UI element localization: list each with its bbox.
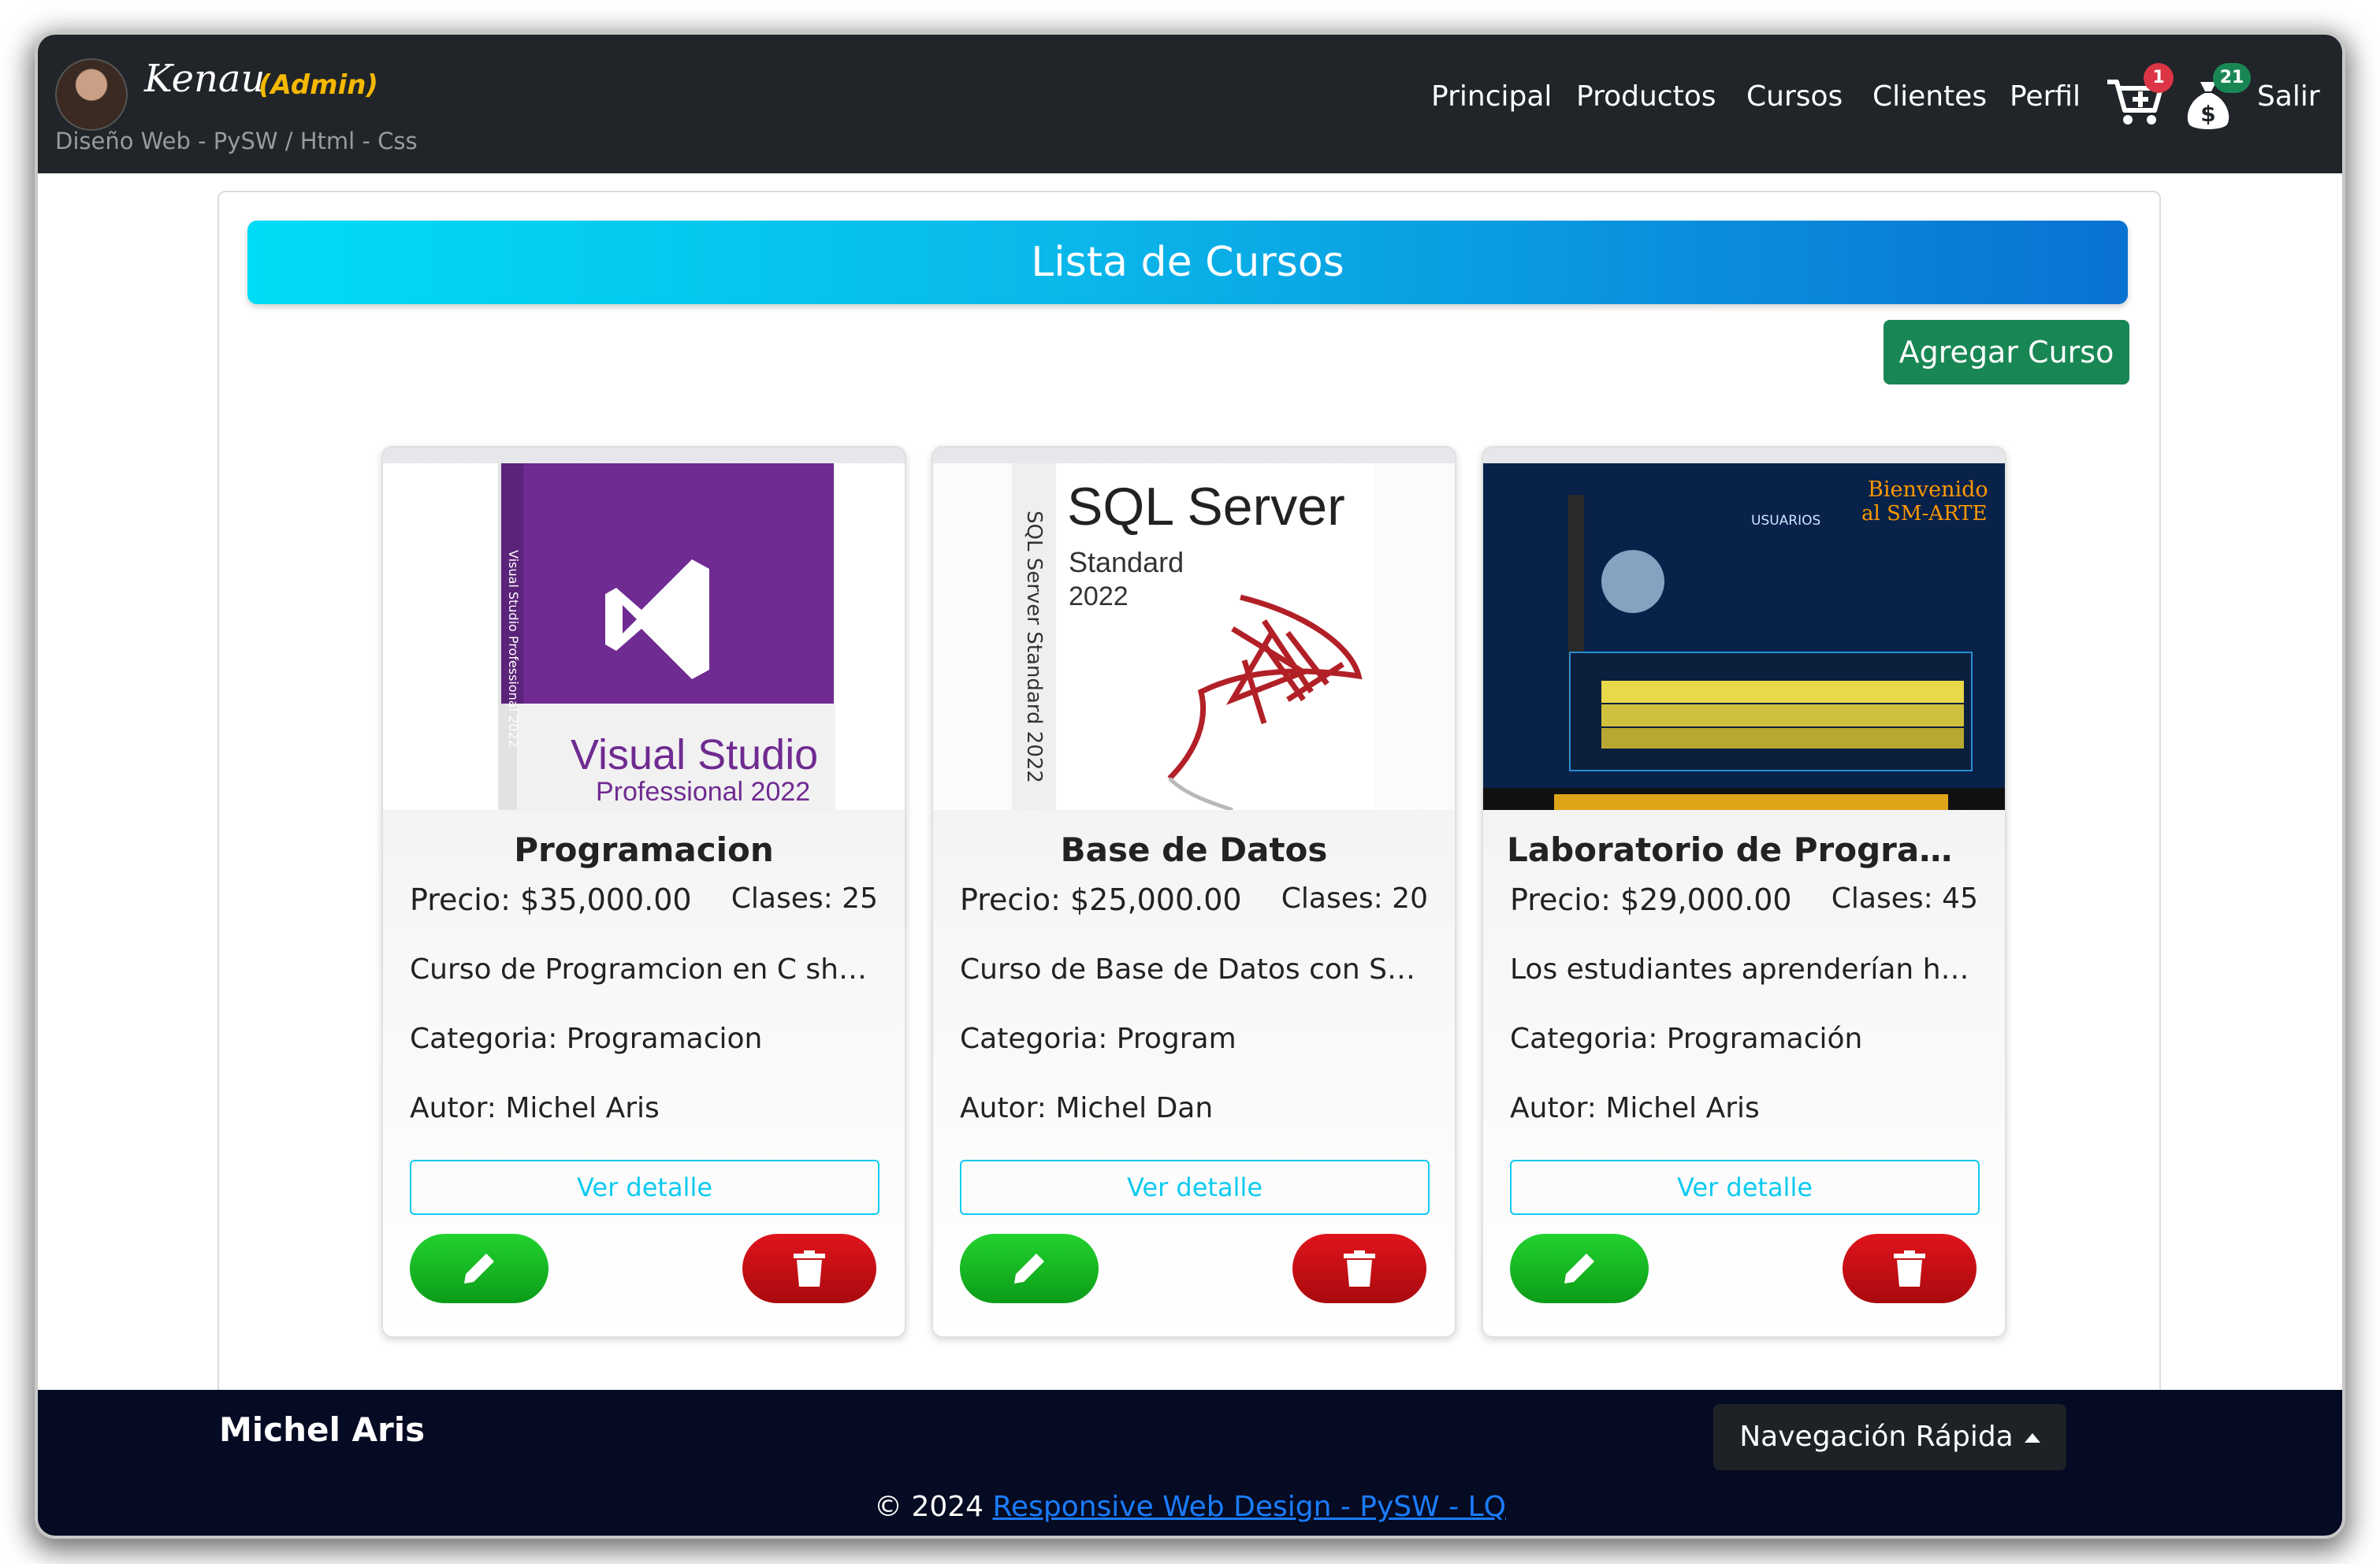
cart-count-badge: 1	[2144, 63, 2174, 93]
course-image: Visual Studio Professional 2022 Visual S…	[383, 463, 905, 810]
course-card: SQL Server Standard 2022 SQL Server Stan…	[932, 446, 1456, 1338]
pencil-icon	[1014, 1254, 1044, 1284]
course-card: Visual Studio Professional 2022 Visual S…	[381, 446, 906, 1338]
image-panel-text: USUARIOS	[1751, 513, 1820, 529]
delete-button[interactable]	[1843, 1234, 1977, 1303]
course-price: Precio: $25,000.00	[960, 882, 1242, 917]
course-image: SQL Server Standard 2022 SQL Server Stan…	[933, 463, 1455, 810]
course-card: Bienvenido al SM-ARTE USUARIOS Laborator…	[1482, 446, 2006, 1338]
course-image: Bienvenido al SM-ARTE USUARIOS	[1483, 463, 2005, 810]
nav-link-clientes[interactable]: Clientes	[1872, 80, 1987, 113]
avatar	[55, 58, 128, 131]
trash-icon	[1894, 1250, 1925, 1287]
course-category: Categoria: Programación	[1510, 1023, 1863, 1055]
page-title: Lista de Cursos	[247, 221, 2128, 304]
pencil-icon	[464, 1254, 494, 1284]
nav-link-productos[interactable]: Productos	[1576, 80, 1716, 113]
trash-icon	[1344, 1250, 1375, 1287]
course-title: Programacion	[514, 830, 774, 869]
image-subtitle-text: Standard	[1069, 546, 1184, 578]
pencil-icon	[1564, 1254, 1594, 1284]
top-navbar: Kenau (Admin) Diseño Web - PySW / Html -…	[38, 35, 2342, 173]
footer-author: Michel Aris	[219, 1410, 426, 1449]
spine-text: Visual Studio Professional 2022	[506, 550, 521, 748]
image-title-text: Bienvenido	[1868, 477, 1988, 502]
spine-text: SQL Server Standard 2022	[1022, 511, 1046, 783]
course-price: Precio: $29,000.00	[1510, 882, 1792, 917]
brand-name[interactable]: Kenau	[144, 57, 265, 101]
course-category: Categoria: Programacion	[410, 1023, 763, 1055]
edit-button[interactable]	[960, 1234, 1099, 1303]
course-author: Autor: Michel Aris	[410, 1092, 660, 1124]
delete-button[interactable]	[1292, 1234, 1426, 1303]
brand-role: (Admin)	[258, 69, 378, 101]
view-detail-button[interactable]: Ver detalle	[1510, 1160, 1980, 1215]
nav-link-cursos[interactable]: Cursos	[1746, 80, 1843, 113]
course-title: Laboratorio de Programa…	[1507, 830, 1981, 869]
add-course-button[interactable]: Agregar Curso	[1884, 320, 2129, 384]
view-detail-button[interactable]: Ver detalle	[960, 1160, 1430, 1215]
brand-subtitle: Diseño Web - PySW / Html - Css	[55, 128, 418, 154]
logout-link[interactable]: Salir	[2257, 80, 2320, 113]
delete-button[interactable]	[742, 1234, 876, 1303]
copyright-link[interactable]: Responsive Web Design - PySW - LQ	[993, 1491, 1506, 1523]
browser-window: Kenau (Admin) Diseño Web - PySW / Html -…	[38, 35, 2342, 1536]
view-detail-button[interactable]: Ver detalle	[410, 1160, 879, 1215]
quick-navigation-label: Navegación Rápida	[1739, 1421, 2014, 1453]
course-category: Categoria: Program	[960, 1023, 1236, 1055]
course-author: Autor: Michel Aris	[1510, 1092, 1760, 1124]
trash-icon	[794, 1250, 825, 1287]
image-title-text: SQL Server	[1067, 477, 1345, 537]
course-classes: Clases: 25	[731, 882, 878, 915]
course-title: Base de Datos	[1060, 830, 1328, 869]
course-classes: Clases: 20	[1281, 882, 1428, 915]
caret-up-icon	[2024, 1433, 2040, 1443]
quick-navigation-dropdown[interactable]: Navegación Rápida	[1713, 1404, 2066, 1470]
footer: Michel Aris Navegación Rápida © 2024 Res…	[38, 1390, 2342, 1536]
image-year-text: 2022	[1069, 581, 1129, 611]
course-classes: Clases: 45	[1831, 882, 1978, 915]
copyright: © 2024 Responsive Web Design - PySW - LQ	[38, 1491, 2342, 1523]
money-count-badge: 21	[2213, 63, 2251, 93]
course-author: Autor: Michel Dan	[960, 1092, 1214, 1124]
nav-link-perfil[interactable]: Perfil	[2010, 80, 2081, 113]
course-description: Curso de Programcion en C sha…	[410, 953, 879, 986]
copyright-prefix: © 2024	[874, 1491, 984, 1523]
image-title-text: Visual Studio	[571, 731, 818, 778]
course-price: Precio: $35,000.00	[410, 882, 692, 917]
nav-link-principal[interactable]: Principal	[1431, 80, 1552, 113]
course-description: Curso de Base de Datos con Sql …	[960, 953, 1430, 986]
edit-button[interactable]	[1510, 1234, 1649, 1303]
image-subtitle-text: Professional 2022	[596, 777, 810, 807]
svg-text:$: $	[2200, 101, 2215, 127]
course-description: Los estudiantes aprenderían ha…	[1510, 953, 1980, 986]
edit-button[interactable]	[410, 1234, 549, 1303]
image-subtitle-text: al SM-ARTE	[1861, 502, 1988, 526]
